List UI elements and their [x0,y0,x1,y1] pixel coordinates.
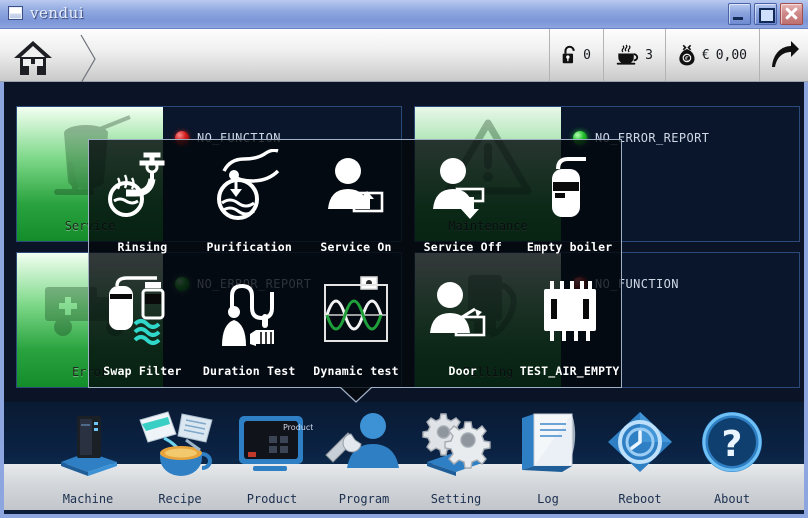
popup-item-test-air-empty-label: TEST_AIR_EMPTY [516,364,623,378]
taskbar-item-recipe-label: Recipe [130,492,230,506]
title-bar-left: vendui [8,4,84,22]
main-toolbar: 0 3 € € 0,00 [0,29,808,82]
person-door-icon [409,270,516,354]
popup-item-door[interactable]: Door [409,264,516,388]
water-purification-icon [196,146,303,230]
home-separator-chevron [78,33,100,85]
filter-swap-icon [89,270,196,354]
duration-test-icon [196,270,303,354]
close-icon [784,6,799,21]
taskbar-item-recipe[interactable]: Recipe [130,406,230,514]
minimize-button[interactable] [728,3,751,25]
popup-row-2: Swap Filter Durati [89,264,623,388]
minimize-icon [733,17,743,20]
money-value: 0,00 [716,48,747,63]
service-popup-menu: Rinsing [88,139,622,388]
popup-item-rinsing-label: Rinsing [89,240,196,254]
popup-item-service-on-label: Service On [303,240,410,254]
maximize-button[interactable] [754,3,777,25]
svg-text:€: € [685,56,689,63]
lock-count: 0 [583,48,591,63]
home-icon [12,39,54,77]
home-button[interactable] [6,33,86,77]
taskbar-item-program[interactable]: Program [314,406,414,514]
waveform-monitor-icon [303,270,410,354]
taskbar-item-setting-label: Setting [406,492,506,506]
book-icon [498,408,598,480]
window-icon [8,6,23,20]
question-mark-icon: ? [682,408,782,480]
popup-item-test-air-empty[interactable]: TEST_AIR_EMPTY [516,264,623,388]
taskbar-item-log-label: Log [498,492,598,506]
svg-text:?: ? [722,424,743,465]
application-window: vendui [0,0,808,518]
taskbar-item-product[interactable]: Product Product [222,406,322,514]
person-wrench-icon [314,408,414,480]
person-switch-on-icon [303,146,410,230]
faucet-steam-icon [89,146,196,230]
popup-item-swap-filter-label: Swap Filter [89,364,196,378]
window-title-bar: vendui [0,0,808,29]
taskbar-item-reboot[interactable]: Reboot [590,406,690,514]
air-module-icon [516,270,623,354]
person-switch-off-icon [409,146,516,230]
taskbar-item-setting[interactable]: Setting [406,406,506,514]
popup-item-empty-boiler[interactable]: Empty boiler [516,140,623,264]
window-controls [728,3,803,25]
window-title: vendui [30,4,84,22]
popup-row-1: Rinsing [89,140,623,264]
coffee-cup-icon [616,41,639,69]
cup-status[interactable]: 3 [604,29,665,81]
reboot-clock-icon [590,408,690,480]
maximize-icon [759,8,775,23]
popup-item-service-off[interactable]: Service Off [409,140,516,264]
machine-tower-icon [38,408,138,480]
taskbar-item-machine-label: Machine [38,492,138,506]
redo-arrow-icon [768,39,800,71]
taskbar-item-about[interactable]: ? About [682,406,782,514]
popup-item-service-on[interactable]: Service On [303,140,410,264]
popup-item-purification-label: Purification [196,240,303,254]
close-button[interactable] [780,3,803,25]
money-currency: € [702,48,710,63]
popup-item-purification[interactable]: Purification [196,140,303,264]
bottom-taskbar: Machine Recipe [0,402,808,518]
money-status[interactable]: € € 0,00 [666,29,759,81]
popup-item-duration-test-label: Duration Test [196,364,303,378]
svg-text:Product: Product [283,423,313,432]
popup-item-rinsing[interactable]: Rinsing [89,140,196,264]
coffee-recipe-icon [130,408,230,480]
unlock-icon [562,41,577,69]
popup-item-duration-test[interactable]: Duration Test [196,264,303,388]
popup-item-dynamic-test-label: Dynamic test [303,364,410,378]
taskbar-item-reboot-label: Reboot [590,492,690,506]
taskbar-item-about-label: About [682,492,782,506]
forward-button[interactable] [760,29,808,81]
product-panel-icon: Product [222,408,322,480]
taskbar-item-log[interactable]: Log [498,406,598,514]
popup-item-dynamic-test[interactable]: Dynamic test [303,264,410,388]
taskbar-item-machine[interactable]: Machine [38,406,138,514]
money-bag-icon: € [678,40,696,70]
cup-count: 3 [645,48,653,63]
popup-callout-tail [340,387,372,403]
lock-status[interactable]: 0 [550,29,603,81]
popup-item-service-off-label: Service Off [409,240,516,254]
gears-icon [406,408,506,480]
popup-item-door-label: Door [409,364,516,378]
popup-item-swap-filter[interactable]: Swap Filter [89,264,196,388]
boiler-empty-icon [516,146,623,230]
popup-item-empty-boiler-label: Empty boiler [516,240,623,254]
taskbar-item-product-label: Product [222,492,322,506]
taskbar-item-program-label: Program [314,492,414,506]
